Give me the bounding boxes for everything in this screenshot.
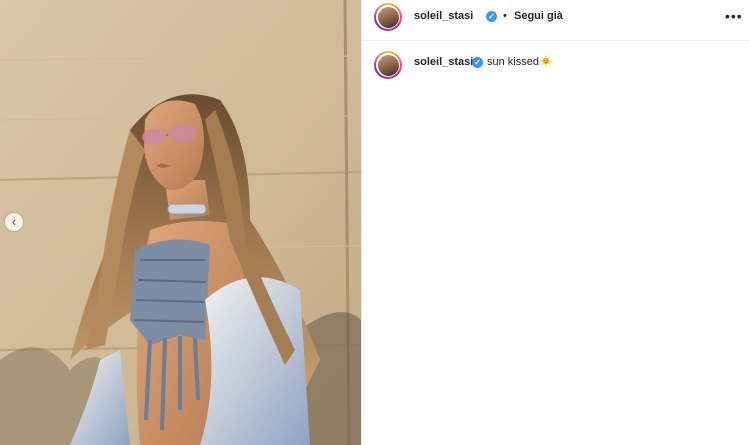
chevron-left-icon: ‹ bbox=[11, 213, 17, 229]
carousel-prev-button[interactable]: ‹ bbox=[5, 213, 23, 231]
follow-status-button[interactable]: Segui già bbox=[514, 10, 563, 22]
caption-username-link[interactable]: soleil_stasi bbox=[414, 56, 473, 68]
photo-illustration bbox=[0, 0, 361, 445]
avatar-image bbox=[377, 54, 399, 76]
caption-avatar[interactable] bbox=[374, 51, 402, 79]
verified-badge-icon: ✓ bbox=[486, 11, 497, 22]
caption-text: sun kissed bbox=[487, 56, 539, 68]
more-options-icon[interactable]: ••• bbox=[725, 8, 743, 24]
post-side-panel: soleil_stasi ✓ • Segui già ••• soleil_st… bbox=[361, 0, 750, 445]
verified-badge-icon: ✓ bbox=[472, 57, 483, 68]
sun-with-face-icon bbox=[540, 55, 552, 67]
post-photo[interactable]: ‹ bbox=[0, 0, 361, 445]
username-link[interactable]: soleil_stasi bbox=[414, 10, 473, 22]
avatar[interactable] bbox=[374, 3, 402, 31]
avatar-image bbox=[377, 6, 399, 28]
post-header: soleil_stasi ✓ • Segui già ••• bbox=[362, 0, 750, 41]
separator-dot: • bbox=[503, 10, 507, 22]
